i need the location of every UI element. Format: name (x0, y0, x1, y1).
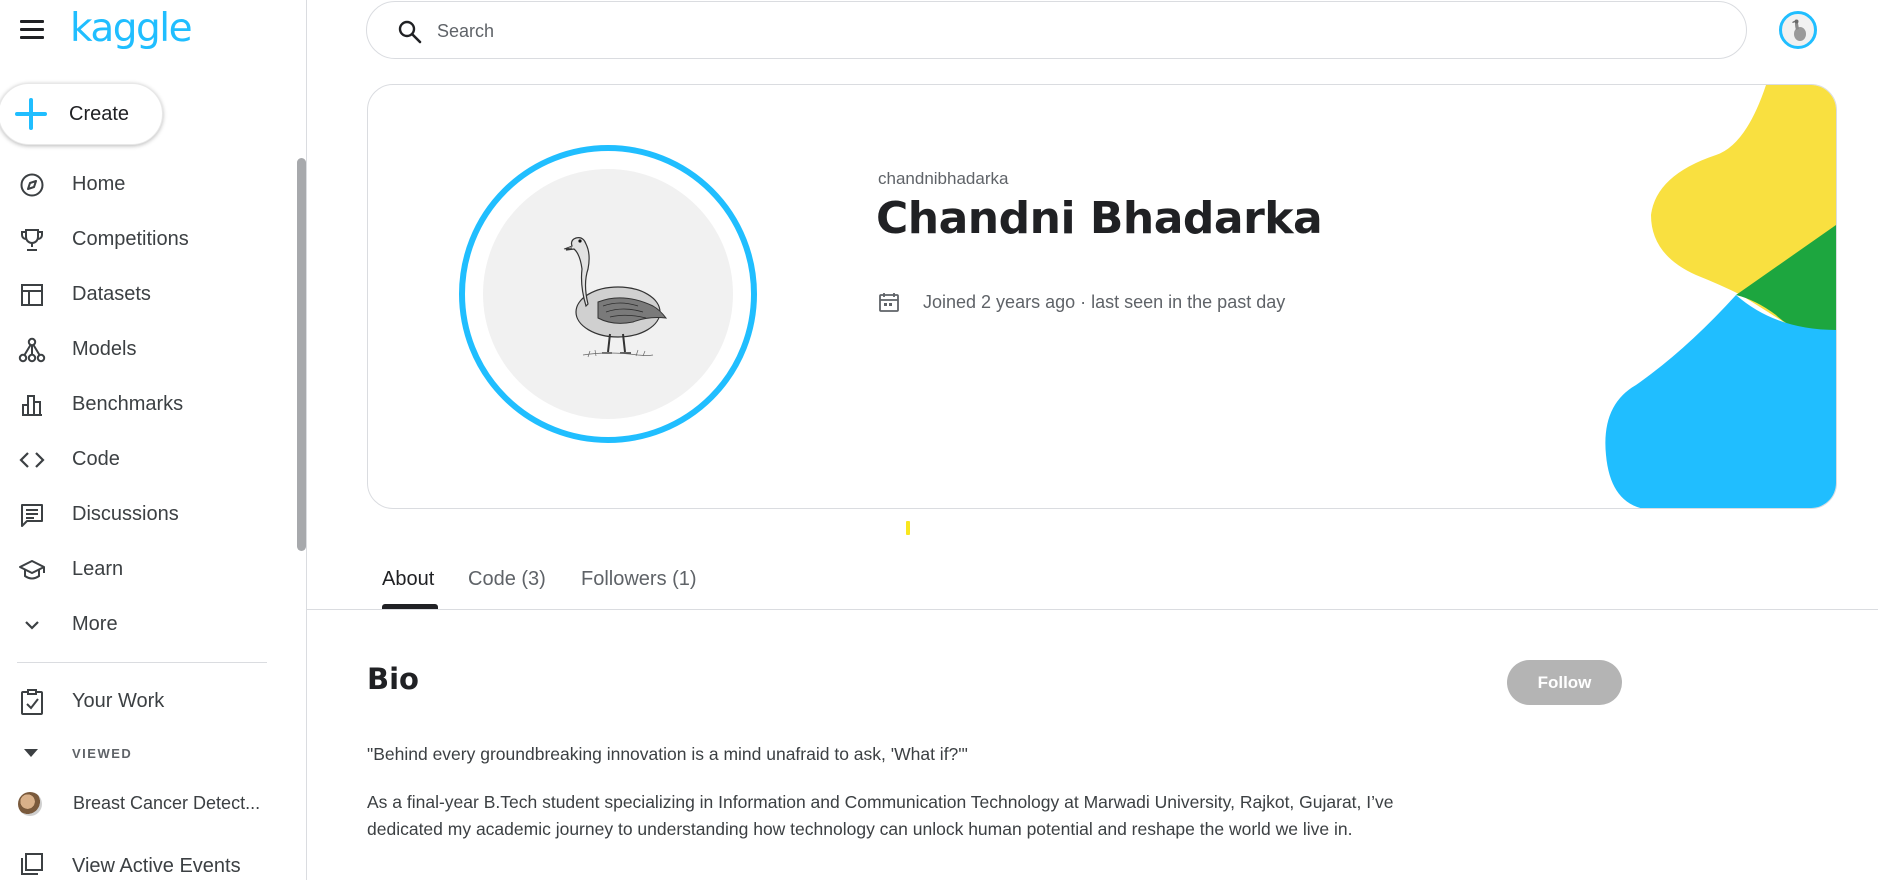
sidebar-item-label: Your Work (72, 690, 165, 712)
create-button-label: Create (69, 102, 130, 125)
user-avatar[interactable] (1779, 11, 1817, 49)
sidebar-item-label: Models (72, 338, 137, 360)
active-tab-indicator (382, 604, 438, 609)
plus-icon (15, 98, 47, 130)
sidebar-item-your-work[interactable]: Your Work (0, 674, 290, 729)
school-icon (18, 556, 46, 584)
sidebar-item-label: Datasets (72, 283, 151, 305)
bio-paragraph: As a final-year B.Tech student specializ… (367, 792, 1394, 839)
comment-icon (18, 501, 46, 529)
sidebar-item-label: Benchmarks (72, 393, 184, 415)
compass-icon (18, 171, 46, 199)
caret-down-icon (24, 749, 38, 757)
bio-heading: Bio (367, 662, 419, 696)
sidebar-item-code[interactable]: Code (0, 432, 290, 487)
search-input[interactable] (437, 16, 1637, 46)
copy-stack-icon (18, 852, 44, 880)
sidebar-item-competitions[interactable]: Competitions (0, 212, 290, 267)
sidebar-item-label: Discussions (72, 503, 179, 525)
sidebar-item-label: Learn (72, 558, 124, 580)
sidebar: kaggle Create Home Competitions Datasets… (0, 0, 307, 880)
sidebar-item-label: Code (72, 448, 120, 470)
tab-code[interactable]: Code (3) (468, 568, 546, 610)
profile-full-name: Chandni Bhadarka (876, 193, 1323, 244)
bio-quote: "Behind every groundbreaking innovation … (367, 744, 968, 764)
sidebar-item-datasets[interactable]: Datasets (0, 267, 290, 322)
sidebar-item-learn[interactable]: Learn (0, 542, 290, 597)
profile-joined-text: Joined 2 years ago · last seen in the pa… (923, 291, 1286, 312)
tab-followers[interactable]: Followers (1) (581, 568, 697, 610)
viewed-section-toggle[interactable]: VIEWED (0, 740, 290, 766)
app-root: kaggle Create Home Competitions Datasets… (0, 0, 1878, 880)
profile-username: chandnibhadarka (878, 169, 1009, 188)
chevron-down-icon (18, 611, 46, 639)
recent-item-thumbnail (18, 792, 42, 816)
profile-decoration-shapes (1605, 85, 1836, 508)
follow-button[interactable]: Follow (1507, 660, 1622, 705)
profile-joined-info: Joined 2 years ago · last seen in the pa… (878, 287, 1285, 317)
recent-viewed-item[interactable]: Breast Cancer Detect... (0, 782, 290, 826)
sidebar-divider (17, 662, 267, 663)
goose-illustration (563, 237, 668, 358)
sidebar-item-home[interactable]: Home (0, 157, 290, 212)
profile-avatar (459, 145, 757, 443)
goose-avatar-icon (1792, 19, 1806, 41)
active-events-label: View Active Events (72, 855, 241, 877)
table-icon (18, 281, 46, 309)
sidebar-item-label: Home (72, 173, 126, 195)
sidebar-scrollbar-thumb[interactable] (297, 158, 306, 551)
sidebar-item-label: Competitions (72, 228, 189, 250)
hamburger-menu-icon[interactable] (20, 20, 44, 42)
calendar-icon (878, 291, 900, 313)
recent-item-label: Breast Cancer Detect... (73, 793, 261, 813)
create-button[interactable]: Create (0, 83, 163, 145)
loading-indicator (906, 521, 910, 535)
sidebar-item-label: More (72, 613, 118, 635)
sidebar-item-benchmarks[interactable]: Benchmarks (0, 377, 290, 432)
view-active-events-link[interactable]: View Active Events (0, 840, 290, 880)
models-icon (18, 336, 46, 364)
trophy-icon (18, 226, 46, 254)
sidebar-item-discussions[interactable]: Discussions (0, 487, 290, 542)
sidebar-header: kaggle (0, 0, 306, 62)
search-icon (397, 19, 423, 50)
profile-header-card: chandnibhadarka Chandni Bhadarka Joined … (367, 84, 1837, 509)
bar-chart-icon (18, 391, 46, 419)
profile-avatar-image (483, 169, 733, 419)
profile-tabs: About Code (3) Followers (1) (307, 560, 1878, 610)
code-icon (18, 446, 46, 474)
search-bar[interactable] (366, 1, 1747, 59)
sidebar-item-more[interactable]: More (0, 597, 290, 652)
sidebar-nav: Home Competitions Datasets Models Benchm… (0, 157, 290, 652)
kaggle-logo[interactable]: kaggle (70, 6, 193, 51)
clipboard-check-icon (18, 688, 46, 716)
sidebar-item-models[interactable]: Models (0, 322, 290, 377)
viewed-heading: VIEWED (72, 746, 133, 761)
